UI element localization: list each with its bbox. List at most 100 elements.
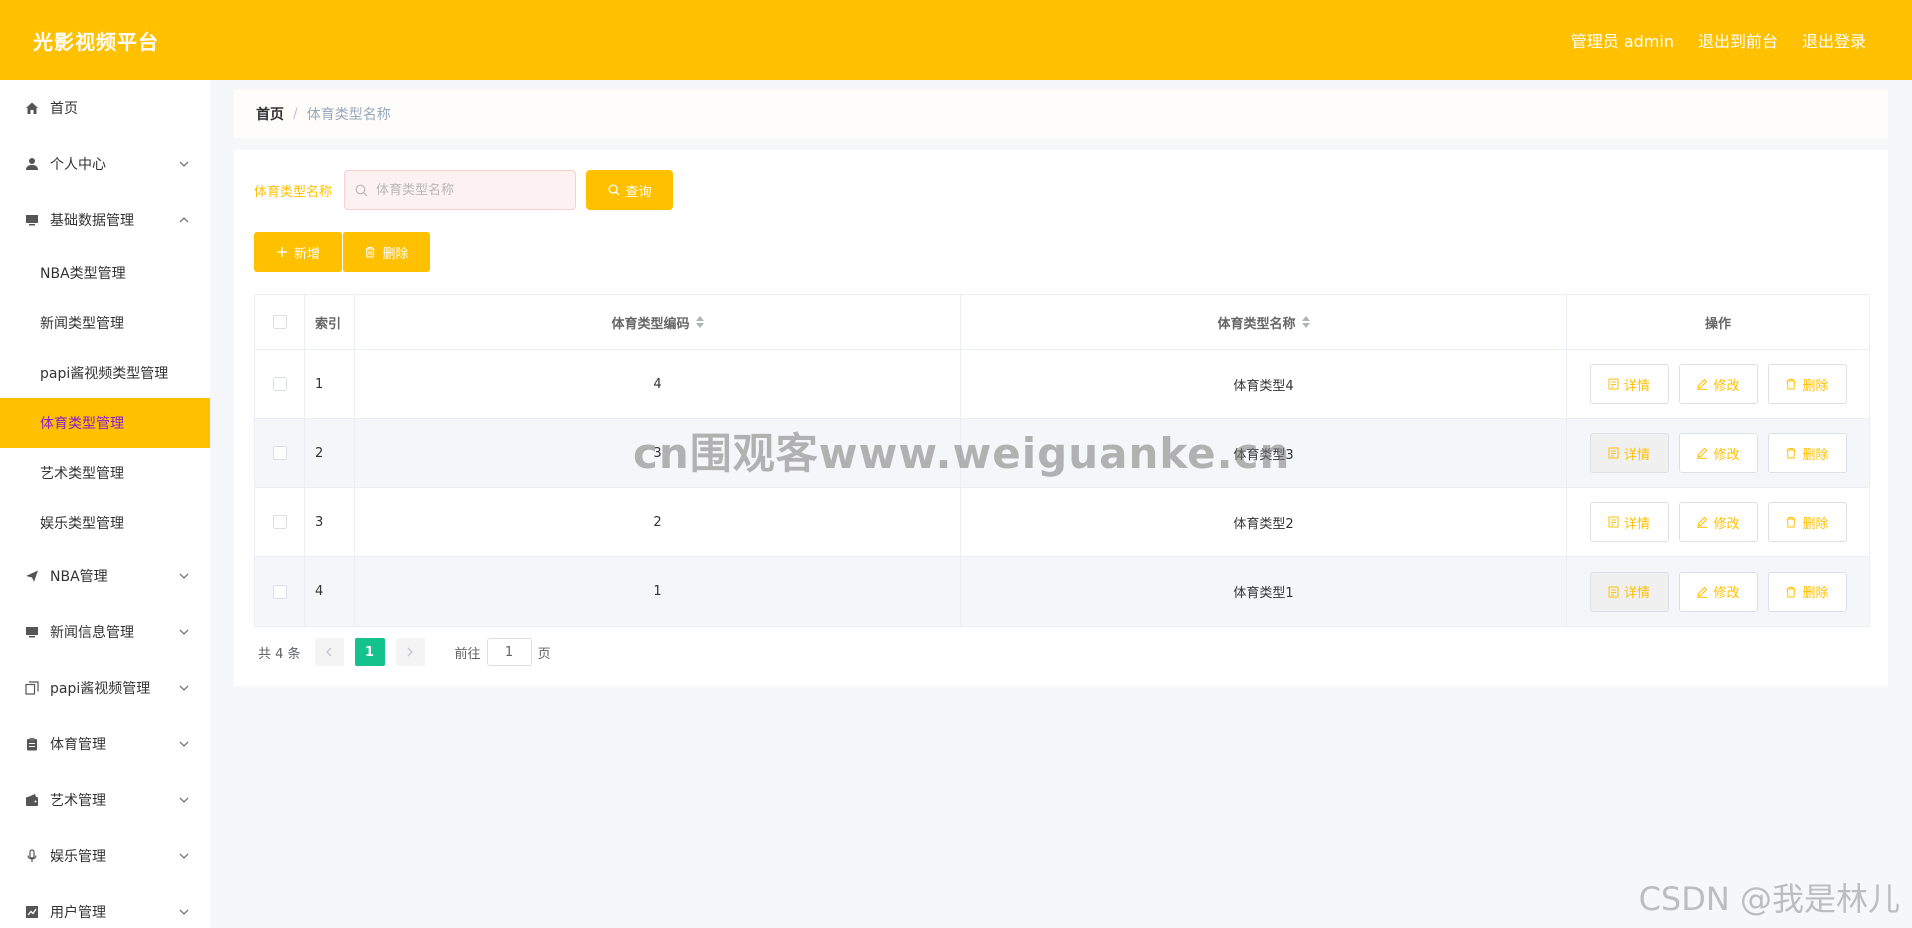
table-row: 3 2 体育类型2 详情 修改 删除 xyxy=(255,488,1869,557)
header-code-label: 体育类型编码 xyxy=(611,316,690,332)
edit-label: 修改 xyxy=(1713,515,1740,531)
sidebar-subitem-sports-type[interactable]: 体育类型管理 xyxy=(0,398,210,448)
header-check-cell xyxy=(255,295,305,349)
document-icon xyxy=(1608,586,1619,597)
row-checkbox[interactable] xyxy=(272,515,287,529)
edit-button[interactable]: 修改 xyxy=(1678,571,1758,612)
trash-icon xyxy=(1786,517,1796,528)
detail-button[interactable]: 详情 xyxy=(1589,433,1669,473)
goto-label: 前往 xyxy=(454,646,481,662)
sidebar-item-entertainment[interactable]: 娱乐管理 xyxy=(0,828,210,884)
header-index: 索引 xyxy=(305,295,355,349)
sidebar-item-label: 艺术管理 xyxy=(50,793,106,809)
sidebar-subitem-papi-type[interactable]: papi酱视频类型管理 xyxy=(0,348,210,398)
pagination: 共 4 条 1 前往 页 xyxy=(258,638,551,666)
wallet-icon xyxy=(24,792,40,808)
sidebar-subitem-art-type[interactable]: 艺术类型管理 xyxy=(0,448,210,498)
edit-button[interactable]: 修改 xyxy=(1678,364,1758,404)
delete-label: 删除 xyxy=(1802,377,1829,393)
row-checkbox[interactable] xyxy=(272,584,287,599)
detail-button[interactable]: 详情 xyxy=(1589,571,1669,612)
row-checkbox[interactable] xyxy=(272,446,287,460)
search-row: 体育类型名称 查询 xyxy=(254,170,674,210)
query-button[interactable]: 查询 xyxy=(586,170,674,210)
sidebar-subitem-ent-type[interactable]: 娱乐类型管理 xyxy=(0,498,210,548)
sidebar-item-label: papi酱视频管理 xyxy=(50,681,151,697)
row-code: 4 xyxy=(355,350,961,418)
chevron-right-icon xyxy=(407,647,413,657)
sidebar-item-basic-data[interactable]: 基础数据管理 xyxy=(0,192,210,248)
next-page-button[interactable] xyxy=(395,638,425,666)
detail-button[interactable]: 详情 xyxy=(1589,364,1669,404)
watermark-corner: CSDN @我是林儿 xyxy=(1638,880,1900,918)
header-code[interactable]: 体育类型编码 xyxy=(355,295,961,349)
monitor-icon xyxy=(24,624,40,640)
breadcrumb-separator: / xyxy=(293,106,298,122)
goto-page: 前往 页 xyxy=(455,638,551,666)
batch-delete-button[interactable]: 删除 xyxy=(342,232,430,272)
sidebar-item-profile[interactable]: 个人中心 xyxy=(0,136,210,192)
detail-button[interactable]: 详情 xyxy=(1589,502,1669,542)
delete-label: 删除 xyxy=(1802,585,1829,600)
sidebar-item-users[interactable]: 用户管理 xyxy=(0,884,210,928)
chevron-left-icon xyxy=(326,647,332,657)
sidebar-subitem-news-type[interactable]: 新闻类型管理 xyxy=(0,298,210,348)
to-front-link[interactable]: 退出到前台 xyxy=(1698,28,1778,52)
select-all-checkbox[interactable] xyxy=(272,315,287,329)
breadcrumb-home[interactable]: 首页 xyxy=(256,104,284,124)
sidebar-item-nba[interactable]: NBA管理 xyxy=(0,548,210,604)
batch-delete-label: 删除 xyxy=(382,245,409,261)
search-icon xyxy=(607,184,620,196)
delete-button[interactable]: 删除 xyxy=(1767,571,1847,612)
edit-label: 修改 xyxy=(1713,377,1740,393)
table-row: 4 1 体育类型1 详情 修改 删除 xyxy=(255,557,1869,626)
prev-page-button[interactable] xyxy=(314,638,344,666)
search-input-box[interactable] xyxy=(344,170,577,210)
detail-label: 详情 xyxy=(1623,585,1650,600)
row-name: 体育类型2 xyxy=(961,488,1567,556)
detail-label: 详情 xyxy=(1623,377,1650,393)
sidebar-subitem-nba-type[interactable]: NBA类型管理 xyxy=(0,248,210,298)
sidebar-item-label: 首页 xyxy=(50,101,78,117)
header-ops: 操作 xyxy=(1704,316,1731,332)
row-index: 3 xyxy=(305,488,355,556)
sidebar-item-label: 基础数据管理 xyxy=(50,213,134,229)
add-button[interactable]: 新增 xyxy=(254,232,342,272)
sidebar-item-art[interactable]: 艺术管理 xyxy=(0,772,210,828)
trash-icon xyxy=(1786,448,1796,459)
table-row: 1 4 体育类型4 详情 修改 删除 xyxy=(255,350,1869,419)
table-header-row: 索引 体育类型编码 体育类型名称 操作 xyxy=(255,295,1869,350)
edit-button[interactable]: 修改 xyxy=(1678,433,1758,473)
sidebar-item-sports[interactable]: 体育管理 xyxy=(0,716,210,772)
row-index: 4 xyxy=(305,557,355,626)
breadcrumb-current: 体育类型名称 xyxy=(306,107,391,123)
chevron-up-icon xyxy=(179,217,189,223)
pagination-total: 共 4 条 xyxy=(258,646,301,662)
page-number-current[interactable]: 1 xyxy=(354,638,385,666)
trash-icon xyxy=(365,246,375,258)
chevron-down-icon xyxy=(179,161,189,167)
row-ops: 详情 修改 删除 xyxy=(1567,419,1869,487)
row-checkbox[interactable] xyxy=(272,377,287,391)
delete-button[interactable]: 删除 xyxy=(1767,433,1847,473)
goto-page-input[interactable] xyxy=(486,638,532,666)
logout-link[interactable]: 退出登录 xyxy=(1802,28,1866,52)
send-icon xyxy=(24,568,40,584)
page-suffix: 页 xyxy=(537,646,551,662)
delete-button[interactable]: 删除 xyxy=(1767,364,1847,404)
edit-button[interactable]: 修改 xyxy=(1678,502,1758,542)
delete-label: 删除 xyxy=(1802,446,1829,462)
search-input[interactable] xyxy=(376,182,567,198)
sidebar-item-news[interactable]: 新闻信息管理 xyxy=(0,604,210,660)
sidebar-item-home[interactable]: 首页 xyxy=(0,80,210,136)
sort-icon[interactable] xyxy=(1301,316,1310,328)
chevron-down-icon xyxy=(179,573,189,579)
delete-button[interactable]: 删除 xyxy=(1767,502,1847,542)
sidebar-item-papi[interactable]: papi酱视频管理 xyxy=(0,660,210,716)
edit-icon xyxy=(1697,447,1708,459)
sort-icon[interactable] xyxy=(695,316,704,328)
row-check-cell xyxy=(255,488,305,556)
sidebar-item-label: 新闻信息管理 xyxy=(50,625,134,641)
detail-label: 详情 xyxy=(1623,515,1650,531)
header-name[interactable]: 体育类型名称 xyxy=(961,295,1567,349)
